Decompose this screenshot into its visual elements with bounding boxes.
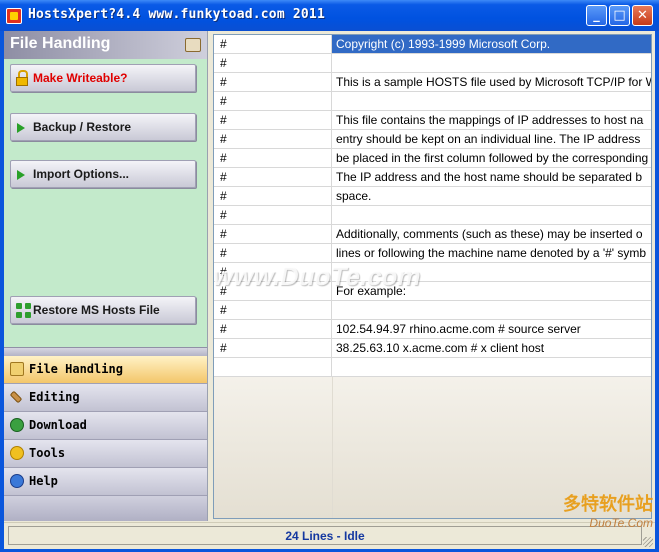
- table-cell-marker[interactable]: [214, 358, 332, 376]
- table-cell-text[interactable]: This is a sample HOSTS file used by Micr…: [332, 73, 651, 91]
- table-cell-text[interactable]: [332, 92, 651, 110]
- help-icon: [10, 474, 24, 488]
- nav-item-file-handling[interactable]: File Handling: [4, 356, 207, 384]
- corner-watermark-sub: DuoTe.Com: [589, 516, 653, 530]
- nav-item-editing[interactable]: Editing: [4, 384, 207, 412]
- table-row[interactable]: #: [214, 54, 651, 73]
- app-icon[interactable]: [6, 8, 22, 24]
- file-handling-icon: [10, 362, 24, 376]
- make-writeable-label: Make Writeable?: [33, 71, 128, 85]
- table-cell-marker[interactable]: #: [214, 225, 332, 243]
- nav-label: Help: [29, 474, 58, 488]
- table-row[interactable]: # entry should be kept on an individual l…: [214, 130, 651, 149]
- folder-edit-icon[interactable]: [185, 38, 201, 52]
- table-cell-marker[interactable]: #: [214, 168, 332, 186]
- table-cell-text[interactable]: [332, 301, 651, 319]
- table-cell-text[interactable]: Additionally, comments (such as these) m…: [332, 225, 651, 243]
- table-row[interactable]: #: [214, 92, 651, 111]
- table-cell-text[interactable]: 102.54.94.97 rhino.acme.com # source ser…: [332, 320, 651, 338]
- table-row[interactable]: # be placed in the first column followed …: [214, 149, 651, 168]
- resize-grip-icon[interactable]: [643, 537, 653, 547]
- table-cell-marker[interactable]: #: [214, 35, 332, 53]
- table-row[interactable]: # space.: [214, 187, 651, 206]
- app-window: HostsXpert?4.4 www.funkytoad.com 2011 _ …: [0, 0, 659, 552]
- table-cell-marker[interactable]: #: [214, 187, 332, 205]
- tools-icon: [10, 446, 24, 460]
- table-cell-marker[interactable]: #: [214, 92, 332, 110]
- nav-label: Editing: [29, 390, 80, 404]
- table-row[interactable]: # Copyright (c) 1993-1999 Microsoft Corp.: [214, 35, 651, 54]
- table-cell-marker[interactable]: #: [214, 339, 332, 357]
- table-row[interactable]: # The IP address and the host name should…: [214, 168, 651, 187]
- table-cell-text[interactable]: lines or following the machine name deno…: [332, 244, 651, 262]
- nav-item-tools[interactable]: Tools: [4, 440, 207, 468]
- table-cell-text[interactable]: [332, 358, 651, 376]
- green-arrow-icon: [17, 170, 25, 180]
- table-row[interactable]: [214, 358, 651, 377]
- table-cell-marker[interactable]: #: [214, 111, 332, 129]
- table-row[interactable]: # Additionally, comments (such as these) …: [214, 225, 651, 244]
- backup-restore-button[interactable]: Backup / Restore: [10, 113, 196, 141]
- table-cell-text[interactable]: 38.25.63.10 x.acme.com # x client host: [332, 339, 651, 357]
- nav-item-help[interactable]: Help: [4, 468, 207, 496]
- status-bar: 24 Lines - Idle: [4, 522, 655, 549]
- table-cell-marker[interactable]: #: [214, 206, 332, 224]
- table-row[interactable]: #102.54.94.97 rhino.acme.com # source se…: [214, 320, 651, 339]
- panel-header: File Handling: [4, 31, 207, 59]
- nav-label: Download: [29, 418, 87, 432]
- table-row[interactable]: # This file contains the mappings of IP a…: [214, 111, 651, 130]
- nav-label: File Handling: [29, 362, 123, 376]
- table-row[interactable]: # This is a sample HOSTS file used by Mic…: [214, 73, 651, 92]
- wrench-icon: [9, 390, 23, 404]
- table-cell-text[interactable]: Copyright (c) 1993-1999 Microsoft Corp.: [332, 35, 651, 53]
- table-cell-text[interactable]: [332, 206, 651, 224]
- table-cell-marker[interactable]: #: [214, 149, 332, 167]
- lock-icon: [16, 70, 28, 86]
- table-cell-text[interactable]: The IP address and the host name should …: [332, 168, 651, 186]
- restore-ms-hosts-button[interactable]: Restore MS Hosts File: [10, 296, 196, 324]
- restore-icon: [16, 303, 32, 319]
- table-cell-marker[interactable]: #: [214, 301, 332, 319]
- table-cell-text[interactable]: This file contains the mappings of IP ad…: [332, 111, 651, 129]
- left-panel: File Handling Make Writeable? Backup / R…: [4, 31, 208, 521]
- title-bar[interactable]: HostsXpert?4.4 www.funkytoad.com 2011 _ …: [0, 0, 659, 31]
- table-cell-marker[interactable]: #: [214, 54, 332, 72]
- table-cell-text[interactable]: be placed in the first column followed b…: [332, 149, 651, 167]
- green-arrow-icon: [17, 123, 25, 133]
- nav-separator: [4, 347, 207, 356]
- import-options-button[interactable]: Import Options...: [10, 160, 196, 188]
- status-text: 24 Lines - Idle: [8, 526, 642, 545]
- backup-restore-label: Backup / Restore: [33, 120, 132, 134]
- download-icon: [10, 418, 24, 432]
- close-button[interactable]: ✕: [632, 5, 653, 26]
- make-writeable-button[interactable]: Make Writeable?: [10, 64, 196, 92]
- nav-label: Tools: [29, 446, 66, 460]
- table-row[interactable]: #: [214, 301, 651, 320]
- table-cell-text[interactable]: entry should be kept on an individual li…: [332, 130, 651, 148]
- nav-footer: [4, 496, 207, 521]
- table-row[interactable]: #: [214, 206, 651, 225]
- maximize-button[interactable]: □: [609, 5, 630, 26]
- table-row[interactable]: #38.25.63.10 x.acme.com # x client host: [214, 339, 651, 358]
- table-cell-marker[interactable]: #: [214, 73, 332, 91]
- table-cell-marker[interactable]: #: [214, 244, 332, 262]
- nav-item-download[interactable]: Download: [4, 412, 207, 440]
- watermark-text: www.DuoTe.com: [213, 261, 421, 291]
- minimize-button[interactable]: _: [586, 5, 607, 26]
- restore-ms-hosts-label: Restore MS Hosts File: [33, 303, 160, 317]
- table-cell-text[interactable]: [332, 54, 651, 72]
- table-cell-marker[interactable]: #: [214, 130, 332, 148]
- corner-watermark-main: 多特软件站: [563, 494, 653, 514]
- import-options-label: Import Options...: [33, 167, 129, 181]
- table-cell-text[interactable]: space.: [332, 187, 651, 205]
- panel-header-title: File Handling: [10, 35, 111, 52]
- window-title: HostsXpert?4.4 www.funkytoad.com 2011: [28, 7, 325, 22]
- corner-watermark: 多特软件站 DuoTe.Com: [563, 490, 653, 530]
- table-cell-marker[interactable]: #: [214, 320, 332, 338]
